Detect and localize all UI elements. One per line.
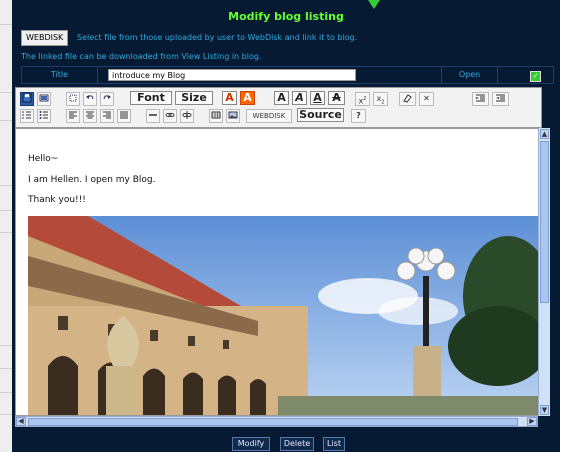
link-icon[interactable] — [163, 109, 177, 123]
background-divider — [0, 24, 12, 25]
align-left-icon[interactable] — [66, 109, 80, 123]
scroll-thumb-horizontal[interactable] — [28, 418, 518, 426]
ordered-list-icon[interactable] — [20, 109, 34, 123]
background-panel — [0, 0, 12, 452]
pointer-arrow-icon — [368, 0, 380, 9]
table-icon[interactable] — [209, 109, 223, 123]
background-divider — [0, 345, 12, 346]
cut-icon[interactable]: ✕ — [419, 92, 434, 106]
select-all-icon[interactable] — [66, 92, 80, 106]
superscript-icon[interactable]: x2 — [355, 92, 370, 106]
scroll-left-icon[interactable]: ◀ — [16, 417, 26, 426]
background-divider — [0, 210, 12, 211]
editor-line: I am Hellen. I open my Blog. — [28, 175, 156, 185]
subscript-icon[interactable]: x2 — [373, 92, 388, 106]
indent-icon[interactable] — [492, 92, 509, 106]
font-button[interactable]: Font — [130, 91, 172, 105]
webdisk-button[interactable]: WEBDISK — [21, 30, 69, 46]
image-icon[interactable] — [226, 109, 240, 123]
scroll-up-icon[interactable]: ▲ — [540, 129, 549, 139]
modify-button[interactable]: Modify — [232, 437, 270, 451]
editor-vertical-scrollbar[interactable]: ▲ ▼ — [538, 128, 550, 416]
undo-icon[interactable] — [83, 92, 97, 106]
title-input[interactable]: introduce my Blog — [108, 69, 356, 81]
background-divider — [0, 232, 12, 233]
dialog-title: Modify blog listing — [228, 10, 344, 23]
background-divider — [0, 185, 12, 186]
delete-button[interactable]: Delete — [280, 437, 314, 451]
align-center-icon[interactable] — [83, 109, 97, 123]
scroll-down-icon[interactable]: ▼ — [540, 405, 549, 415]
bold-icon[interactable]: A — [274, 91, 289, 105]
scroll-thumb[interactable] — [540, 141, 549, 303]
background-divider — [0, 414, 12, 415]
strikethrough-icon[interactable]: A — [328, 91, 345, 105]
italic-icon[interactable]: A — [292, 91, 307, 105]
underline-icon[interactable]: A — [310, 91, 325, 105]
editor-toolbar: Font Size A A A A A A x2 x2 ✕ WEBDISK So… — [15, 87, 542, 128]
source-button[interactable]: Source — [297, 108, 344, 122]
preview-icon[interactable] — [37, 92, 51, 106]
redo-icon[interactable] — [100, 92, 114, 106]
editor-horizontal-scrollbar[interactable]: ◀ ▶ — [15, 416, 538, 427]
open-checkbox[interactable]: ✓ — [530, 71, 541, 82]
download-info-text: The linked file can be downloaded from V… — [21, 52, 262, 61]
title-label: Title — [22, 67, 98, 83]
webdisk-info-text: Select file from those uploaded by user … — [77, 33, 358, 42]
size-button[interactable]: Size — [175, 91, 213, 105]
editor-line: Thank you!!! — [28, 195, 86, 205]
background-divider — [0, 92, 12, 93]
remove-format-icon[interactable] — [399, 92, 416, 106]
title-row: Title introduce my Blog Open ✓ — [21, 66, 554, 84]
editor-line: Hello~ — [28, 154, 59, 164]
horizontal-rule-icon[interactable] — [146, 109, 160, 123]
webdisk-toolbar-button[interactable]: WEBDISK — [246, 109, 292, 123]
bg-color-icon[interactable]: A — [240, 91, 255, 105]
justify-icon[interactable] — [117, 109, 131, 123]
background-divider — [0, 120, 12, 121]
blog-photo — [28, 216, 540, 415]
align-right-icon[interactable] — [100, 109, 114, 123]
unlink-icon[interactable] — [180, 109, 194, 123]
editor-content[interactable]: Hello~ I am Hellen. I open my Blog. Than… — [15, 128, 542, 416]
text-color-icon[interactable]: A — [222, 91, 237, 105]
open-label: Open — [441, 67, 498, 83]
help-icon[interactable]: ? — [351, 109, 366, 123]
save-icon[interactable] — [20, 92, 34, 106]
list-button[interactable]: List — [323, 437, 345, 451]
unordered-list-icon[interactable] — [37, 109, 51, 123]
scroll-right-icon[interactable]: ▶ — [527, 417, 537, 426]
background-divider — [0, 368, 12, 369]
outdent-icon[interactable] — [472, 92, 489, 106]
background-divider — [0, 392, 12, 393]
